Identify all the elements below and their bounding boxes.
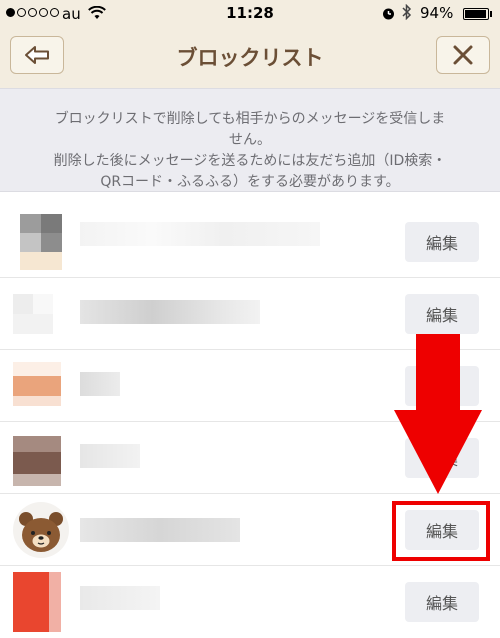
edit-button[interactable]: 編集: [405, 582, 479, 622]
notice-line: QRコード・ふるふる）をする必要があります。: [100, 174, 400, 190]
brown-bear-avatar-icon: [19, 512, 63, 552]
annotation-arrow-head: [394, 410, 482, 494]
annotation-highlight-box: [392, 501, 490, 561]
top-bar: au 11:28 94% ブロックリスト: [0, 0, 500, 88]
avatar: [13, 502, 69, 558]
blocked-user-name: [80, 372, 120, 396]
bluetooth-icon: [402, 3, 412, 24]
edit-button[interactable]: 編集: [405, 294, 479, 334]
status-bar: au 11:28 94%: [0, 0, 500, 28]
navigation-bar: ブロックリスト: [0, 28, 500, 88]
notice-line: ブロックリストで削除しても相手からのメッセージを受信しま: [54, 111, 446, 127]
notice-line: せん。: [229, 132, 271, 148]
avatar: [13, 362, 69, 418]
battery-percent: 94%: [420, 4, 454, 22]
avatar: [13, 572, 69, 632]
notice-line: 削除した後にメッセージを送るためには友だち追加（ID検索・: [53, 153, 447, 169]
battery-icon: [463, 8, 489, 20]
alarm-icon: [381, 6, 396, 25]
avatar: [13, 436, 69, 492]
annotation-arrow: [416, 334, 460, 410]
blocked-user-name: [80, 586, 160, 610]
block-list-notice: ブロックリストで削除しても相手からのメッセージを受信しま せん。 削除した後にメ…: [0, 88, 500, 192]
avatar: [13, 214, 69, 270]
list-item[interactable]: 編集: [0, 566, 500, 638]
close-button[interactable]: [436, 36, 490, 74]
page-title: ブロックリスト: [176, 46, 324, 70]
avatar: [13, 294, 69, 350]
blocked-user-name: [80, 300, 260, 324]
close-icon: [453, 45, 473, 65]
edit-button[interactable]: 編集: [405, 222, 479, 262]
list-item[interactable]: 編集: [0, 206, 500, 278]
blocked-user-name: [80, 222, 320, 246]
blocked-user-name: [80, 518, 240, 542]
blocked-user-name: [80, 444, 140, 468]
